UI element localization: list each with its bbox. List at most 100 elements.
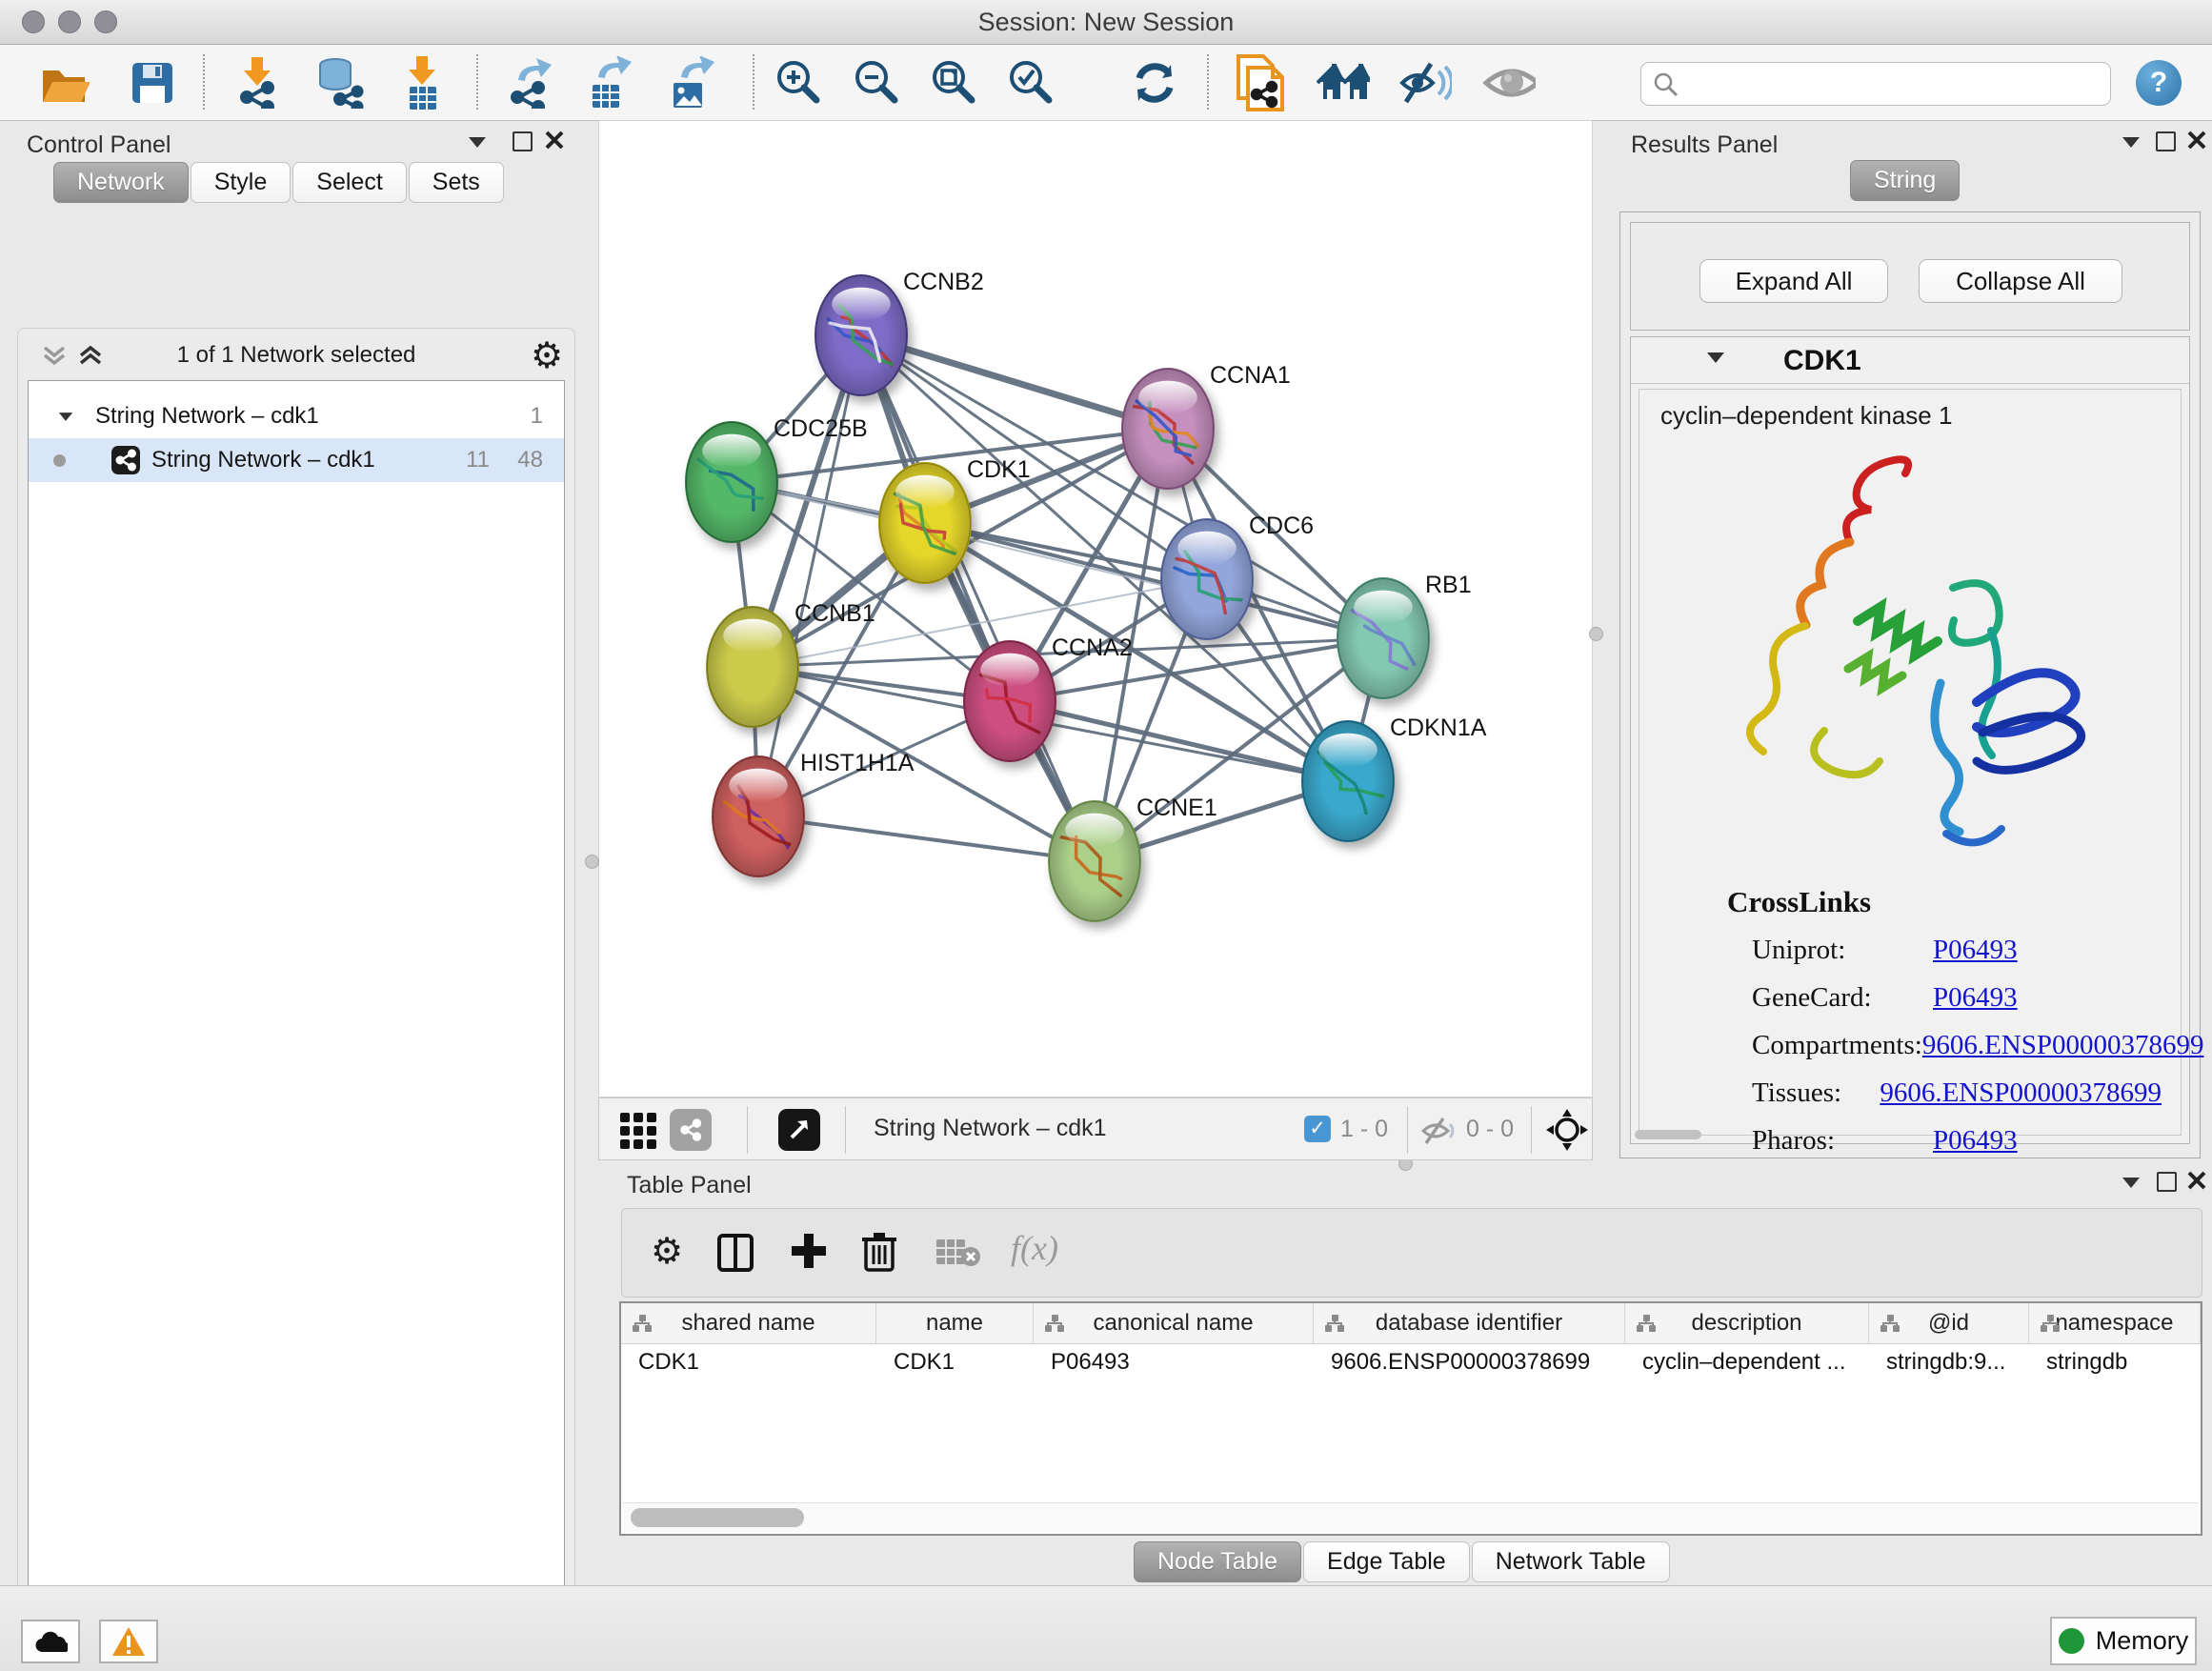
show-columns-icon[interactable] <box>717 1234 754 1272</box>
crosshair-icon[interactable] <box>1546 1109 1588 1151</box>
node-RB1[interactable] <box>1337 578 1429 698</box>
warnings-button[interactable] <box>99 1620 158 1663</box>
table-panel-close-icon[interactable] <box>2187 1171 2206 1190</box>
expand-all-button[interactable]: Expand All <box>1699 259 1888 303</box>
add-column-icon[interactable] <box>790 1232 828 1270</box>
edge-CCNA2-CDKN1A[interactable] <box>1010 701 1348 781</box>
table-hscrollbar[interactable] <box>623 1502 2199 1532</box>
node-CDC6[interactable] <box>1161 519 1253 639</box>
tab-string[interactable]: String <box>1850 160 1960 201</box>
crosslink-row: Compartments:9606.ENSP00000378699 <box>1752 1030 2162 1061</box>
tab-edge-table[interactable]: Edge Table <box>1303 1541 1470 1582</box>
node-HIST1H1A[interactable] <box>713 756 804 876</box>
section-collapse-icon[interactable] <box>1707 352 1724 363</box>
tab-style[interactable]: Style <box>191 162 292 203</box>
search-input[interactable] <box>1687 67 2101 101</box>
crosslink-value-link[interactable]: P06493 <box>1933 982 2018 1014</box>
refresh-button[interactable] <box>1128 58 1181 108</box>
node-CCNA1[interactable] <box>1122 369 1214 489</box>
cdk1-section-header[interactable]: CDK1 <box>1631 337 2189 384</box>
hidden-eye-slash-icon[interactable] <box>1420 1117 1458 1144</box>
import-network-file-button[interactable] <box>231 58 284 108</box>
hide-glass-button[interactable] <box>1398 58 1452 108</box>
column-header-description[interactable]: description <box>1625 1303 1869 1343</box>
edge-CCNB2-CCNA1[interactable] <box>861 335 1168 429</box>
zoom-fit-button[interactable] <box>927 58 980 108</box>
network-options-gear-icon[interactable]: ⚙ <box>531 338 563 374</box>
tab-sets[interactable]: Sets <box>409 162 504 203</box>
memory-label: Memory <box>2096 1626 2189 1656</box>
node-CCNB2[interactable] <box>815 275 907 395</box>
column-header-namespace[interactable]: namespace <box>2029 1303 2201 1343</box>
node-CCNE1[interactable] <box>1049 801 1140 921</box>
home-button[interactable] <box>1317 58 1370 108</box>
export-network-button[interactable] <box>503 58 556 108</box>
node-CDC25B[interactable] <box>686 422 777 542</box>
help-button[interactable]: ? <box>2136 60 2182 106</box>
toolbar-separator <box>845 1106 846 1154</box>
save-session-button[interactable] <box>126 58 179 108</box>
current-network-dot-icon <box>53 454 66 467</box>
grid-view-icon[interactable] <box>620 1113 656 1149</box>
control-panel-collapse-icon[interactable] <box>469 137 486 148</box>
crosslink-value-link[interactable]: P06493 <box>1933 1125 2018 1157</box>
table-panel-collapse-icon[interactable] <box>2122 1178 2140 1188</box>
tree-expander-icon[interactable] <box>59 413 72 421</box>
results-hscroll-thumb[interactable] <box>1635 1130 1701 1139</box>
zoom-selected-button[interactable] <box>1004 58 1057 108</box>
table-row[interactable]: CDK1CDK1P064939606.ENSP00000378699cyclin… <box>621 1343 2201 1381</box>
table-header-row: shared namenamecanonical namedatabase id… <box>621 1303 2201 1344</box>
export-table-button[interactable] <box>583 58 636 108</box>
collapse-all-button[interactable]: Collapse All <box>1919 259 2122 303</box>
network-graph[interactable]: CCNB2CCNA1CDC25BCDK1CDC6RB1CCNB1CCNA2CDK… <box>599 121 1592 1097</box>
zoom-out-button[interactable] <box>850 58 903 108</box>
table-settings-gear-icon[interactable]: ⚙ <box>651 1234 683 1270</box>
left-splitter-grip[interactable] <box>585 855 599 869</box>
network-collection-row[interactable]: String Network – cdk1 1 <box>29 394 564 438</box>
control-panel-float-icon[interactable] <box>513 131 533 151</box>
results-panel-float-icon[interactable] <box>2156 131 2176 151</box>
column-header-databaseidentifier[interactable]: database identifier <box>1314 1303 1625 1343</box>
tab-network-table[interactable]: Network Table <box>1472 1541 1670 1582</box>
show-glass-button[interactable] <box>1482 58 1536 108</box>
node-label-CDC25B: CDC25B <box>774 415 868 442</box>
node-CCNA2[interactable] <box>964 641 1056 761</box>
results-panel-collapse-icon[interactable] <box>2122 137 2140 148</box>
birdseye-view-button[interactable] <box>778 1109 820 1151</box>
import-table-button[interactable] <box>396 58 450 108</box>
export-image-button[interactable] <box>664 58 717 108</box>
network-row-selected[interactable]: String Network – cdk1 11 48 <box>29 438 564 482</box>
cloud-button[interactable] <box>21 1620 80 1663</box>
selected-checkbox-icon[interactable]: ✓ <box>1304 1116 1331 1142</box>
column-header-sharedname[interactable]: shared name <box>621 1303 876 1343</box>
warning-icon <box>111 1626 146 1657</box>
tab-select[interactable]: Select <box>292 162 406 203</box>
node-CDKN1A[interactable] <box>1302 721 1394 841</box>
delete-column-icon[interactable] <box>862 1230 896 1272</box>
crosslink-value-link[interactable]: 9606.ENSP00000378699 <box>1880 1077 2162 1109</box>
zoom-in-button[interactable] <box>772 58 825 108</box>
column-header-canonicalname[interactable]: canonical name <box>1034 1303 1314 1343</box>
edge-HIST1H1A-CCNE1[interactable] <box>758 816 1095 861</box>
edge-CCNB2-HIST1H1A[interactable] <box>758 335 861 816</box>
table-hscroll-thumb[interactable] <box>631 1508 804 1527</box>
column-header-name[interactable]: name <box>876 1303 1034 1343</box>
tab-node-table[interactable]: Node Table <box>1134 1541 1301 1582</box>
crosslink-value-link[interactable]: P06493 <box>1933 935 2018 966</box>
network-thumbnail-button[interactable] <box>670 1109 712 1151</box>
results-panel-title: Results Panel <box>1631 131 1778 159</box>
node-CCNB1[interactable] <box>707 607 798 727</box>
results-panel-close-icon[interactable] <box>2187 131 2206 150</box>
open-session-button[interactable] <box>38 58 91 108</box>
node-CDK1[interactable] <box>879 463 971 583</box>
string-import-button[interactable] <box>1235 58 1288 108</box>
memory-button[interactable]: Memory <box>2050 1617 2197 1665</box>
crosslink-value-link[interactable]: 9606.ENSP00000378699 <box>1922 1030 2204 1061</box>
column-header-id[interactable]: @id <box>1869 1303 2029 1343</box>
network-view-canvas[interactable]: CCNB2CCNA1CDC25BCDK1CDC6RB1CCNB1CCNA2CDK… <box>598 120 1593 1097</box>
import-network-database-button[interactable] <box>312 58 366 108</box>
control-panel-close-icon[interactable] <box>545 131 564 150</box>
table-panel-float-icon[interactable] <box>2157 1172 2177 1192</box>
edge-CCNB2-CCNE1[interactable] <box>861 335 1095 861</box>
tab-network[interactable]: Network <box>53 162 189 203</box>
